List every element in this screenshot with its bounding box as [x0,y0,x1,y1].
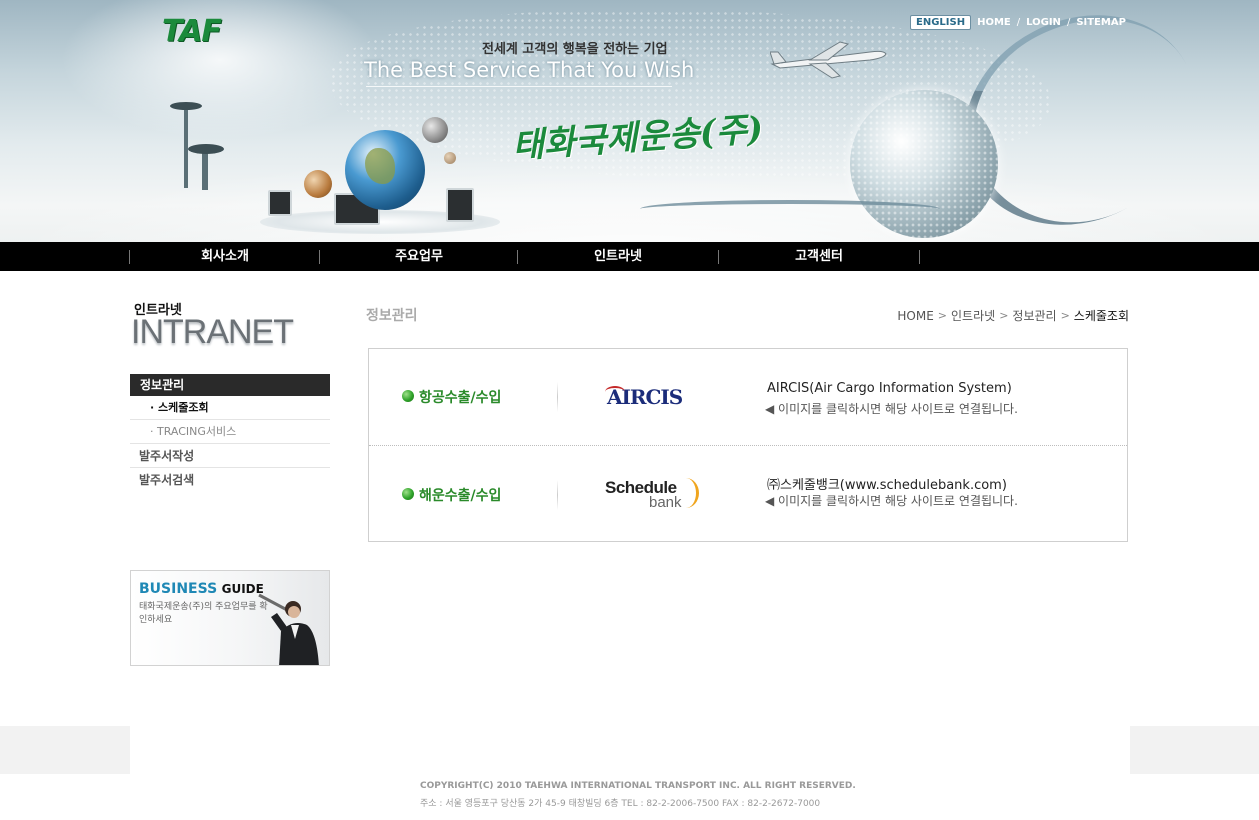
monitor-image [268,190,292,216]
planet-image [422,117,448,143]
aircis-logo-link[interactable]: AIRCIS [605,385,683,409]
tower-decoration [188,144,224,154]
slogan-english: The Best Service That You Wish [364,58,695,82]
link-separator: / [1016,17,1021,28]
footer-band-inner [130,726,1130,774]
nav-separator [718,250,719,264]
slogan-underline [366,86,672,87]
business-guide-title: BUSINESS GUIDE [139,581,264,597]
business-guide-title-part1: BUSINESS [139,581,218,597]
sidebar-item-tracing[interactable]: · TRACING서비스 [130,420,330,444]
airplane-image [770,41,887,79]
aircis-title: AIRCIS(Air Cargo Information System) [767,381,1012,396]
swirl-icon [605,386,625,398]
nav-item-customer[interactable]: 고객센터 [720,242,918,271]
sidebar-item-order-search[interactable]: 발주서검색 [130,468,330,492]
aircis-description: ◀ 이미지를 클릭하시면 해당 사이트로 연결됩니다. [765,402,1018,416]
breadcrumb: HOME > 인트라넷 > 정보관리 > 스케줄조회 [897,307,1129,324]
businessman-image [258,593,319,665]
login-link[interactable]: LOGIN [1026,17,1061,28]
schedulebank-logo-text: Schedule [605,478,677,497]
nav-separator [919,250,920,264]
link-separator: / [1066,17,1071,28]
breadcrumb-info-management[interactable]: 정보관리 [1012,307,1056,324]
business-guide-description: 태화국제운송(주)의 주요업무를 확인하세요 [139,602,268,625]
chevron-right-icon: > [999,309,1009,322]
breadcrumb-intranet[interactable]: 인트라넷 [951,307,995,324]
schedulebank-logo-subtext: bank [649,494,682,511]
sidebar-title-english: INTRANET [131,313,294,351]
chevron-right-icon: > [1060,309,1070,322]
air-export-import-label: 항공수출/수입 [419,390,502,406]
business-guide-banner[interactable]: BUSINESS GUIDE 태화국제운송(주)의 주요업무를 확인하세요 [130,570,330,666]
sidebar-item-order-write[interactable]: 발주서작성 [130,444,330,468]
sea-export-import-label: 해운수출/수입 [419,488,502,504]
home-link[interactable]: HOME [977,17,1011,28]
schedulebank-title: ㈜스케줄뱅크(www.schedulebank.com) [767,478,1007,493]
planet-image [444,152,456,164]
breadcrumb-home[interactable]: HOME [897,309,933,323]
tower-decoration [170,102,202,110]
chevron-right-icon: > [937,309,948,322]
nav-separator [129,250,130,264]
sidebar-item-info-management[interactable]: 정보관리 [130,374,330,396]
english-button[interactable]: ENGLISH [910,15,972,30]
sitemap-link[interactable]: SITEMAP [1076,17,1126,28]
planet-image [304,170,332,198]
green-bullet-icon [402,390,414,402]
header-banner: TAF 전세계 고객의 행복을 전하는 기업 The Best Service … [0,0,1259,242]
list-item: 항공수출/수입 AIRCIS AIRCIS(Air Cargo Informat… [369,349,1127,446]
nav-item-business[interactable]: 주요업무 [321,242,517,271]
sidebar-menu: 정보관리 · 스케줄조회 · TRACING서비스 발주서작성 발주서검색 [130,374,330,492]
footer-band [0,726,1259,774]
arc-icon [673,478,699,508]
page-title: 정보관리 [366,308,418,324]
nav-item-company[interactable]: 회사소개 [131,242,319,271]
copyright-text: COPYRIGHT(C) 2010 TAEHWA INTERNATIONAL T… [420,781,856,791]
top-links: ENGLISH HOME / LOGIN / SITEMAP [910,15,1126,30]
company-logo[interactable]: TAF [162,14,222,49]
divider [557,480,558,510]
nav-item-intranet[interactable]: 인트라넷 [519,242,717,271]
nav-separator [319,250,320,264]
address-text: 주소 : 서울 영등포구 당산동 2가 45-9 태창빌딩 6층 TEL : 8… [420,799,821,809]
nav-separator [517,250,518,264]
breadcrumb-current: 스케줄조회 [1073,309,1129,323]
schedulebank-logo-link[interactable]: Schedule bank [605,478,699,511]
swoosh-decoration [640,200,940,218]
schedule-links-box: 항공수출/수입 AIRCIS AIRCIS(Air Cargo Informat… [368,348,1128,542]
divider [557,382,558,412]
main-nav: 회사소개 주요업무 인트라넷 고객센터 [0,242,1259,271]
schedulebank-description: ◀ 이미지를 클릭하시면 해당 사이트로 연결됩니다. [765,494,1018,508]
slogan-korean: 전세계 고객의 행복을 전하는 기업 [482,42,668,57]
green-bullet-icon [402,488,414,500]
sidebar-item-schedule[interactable]: · 스케줄조회 [130,396,330,420]
monitor-image [446,188,474,222]
list-item: 해운수출/수입 Schedule bank ㈜스케줄뱅크(www.schedul… [369,446,1127,543]
earth-image [345,130,425,210]
tower-decoration [202,150,208,190]
